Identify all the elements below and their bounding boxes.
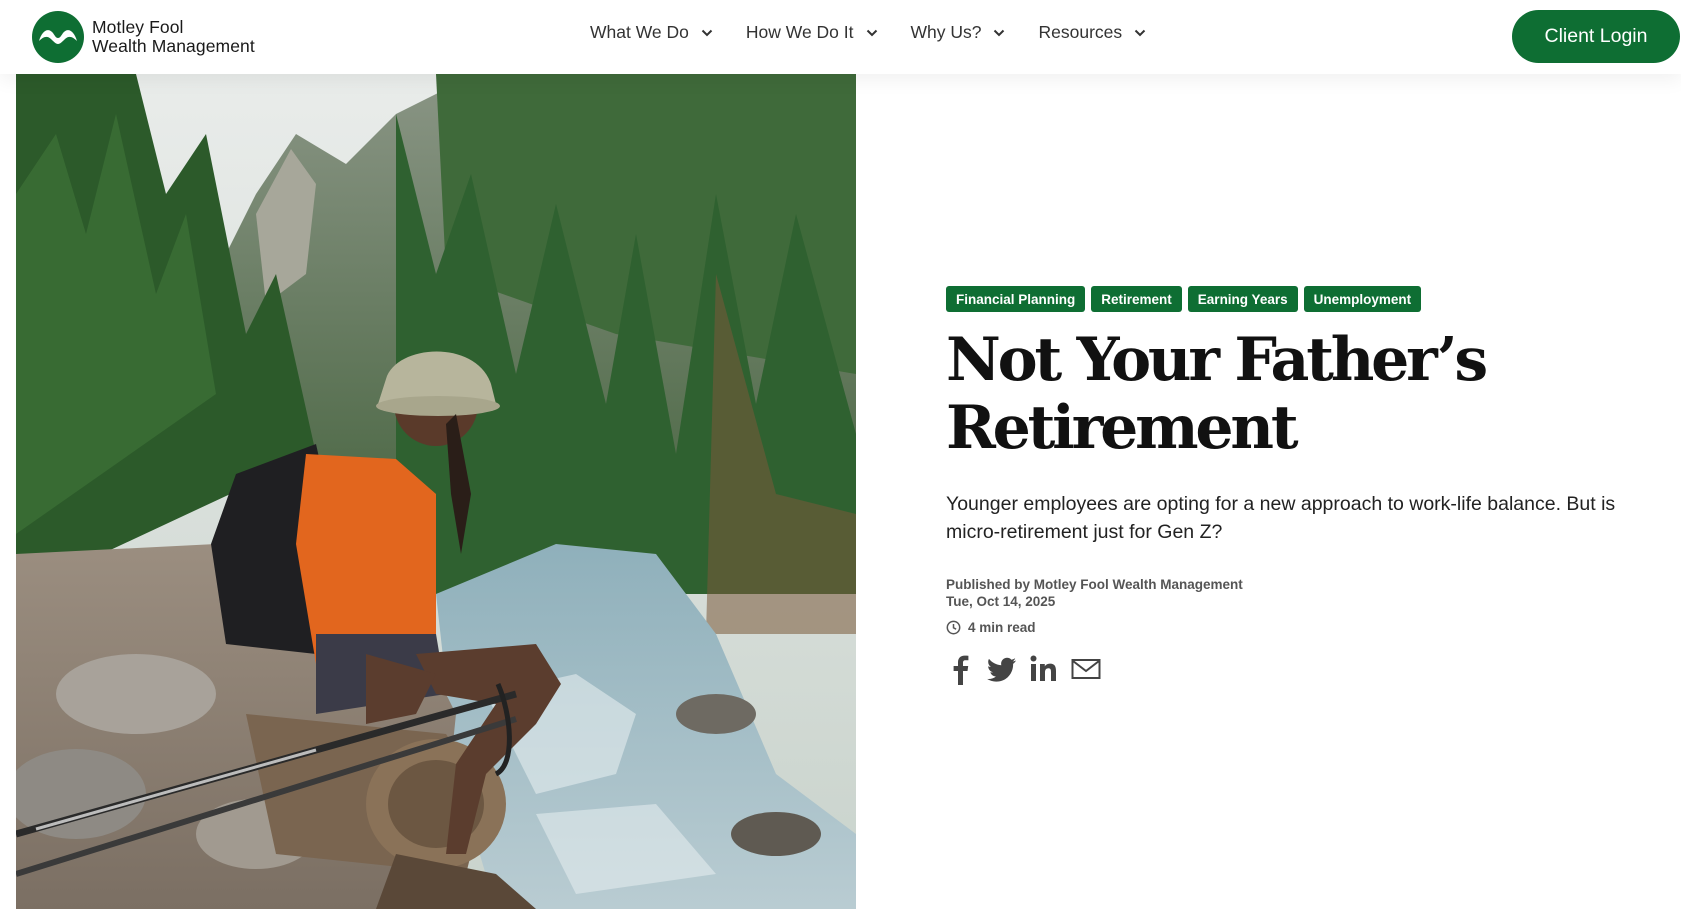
nav-what-we-do[interactable]: What We Do bbox=[590, 22, 713, 43]
publish-date: Tue, Oct 14, 2025 bbox=[946, 594, 1056, 609]
email-icon[interactable] bbox=[1070, 653, 1102, 690]
logo-line-1: Motley Fool bbox=[92, 17, 184, 37]
article-header: Financial Planning Retirement Earning Ye… bbox=[946, 286, 1636, 690]
article-meta: Published by Motley Fool Wealth Manageme… bbox=[946, 576, 1636, 610]
nav-label: How We Do It bbox=[745, 22, 854, 42]
tag-retirement[interactable]: Retirement bbox=[1091, 286, 1182, 312]
tag-unemployment[interactable]: Unemployment bbox=[1303, 286, 1422, 312]
chevron-down-icon bbox=[701, 29, 713, 36]
twitter-icon[interactable] bbox=[986, 653, 1018, 690]
article-title: Not Your Father’s Retirement bbox=[946, 325, 1488, 463]
client-login-button[interactable]: Client Login bbox=[1512, 10, 1680, 63]
nav-label: Resources bbox=[1038, 22, 1123, 42]
hiker-by-river-photo bbox=[16, 74, 856, 909]
logo-line-2: Wealth Management bbox=[92, 36, 255, 56]
logo-text: Motley Fool Wealth Management bbox=[92, 18, 255, 56]
facebook-icon[interactable] bbox=[946, 653, 976, 690]
nav-label: Why Us? bbox=[910, 22, 982, 42]
article-summary: Younger employees are opting for a new a… bbox=[946, 493, 1616, 543]
nav-resources[interactable]: Resources bbox=[1038, 22, 1146, 43]
tag-list: Financial Planning Retirement Earning Ye… bbox=[946, 286, 1636, 312]
clock-icon bbox=[946, 620, 961, 635]
site-header: Motley Fool Wealth Management What We Do… bbox=[0, 0, 1681, 74]
motley-fool-logo-icon bbox=[32, 11, 84, 63]
logo-link[interactable]: Motley Fool Wealth Management bbox=[32, 11, 255, 63]
published-by: Published by Motley Fool Wealth Manageme… bbox=[946, 577, 1243, 592]
tag-earning-years[interactable]: Earning Years bbox=[1187, 286, 1298, 312]
chevron-down-icon bbox=[994, 29, 1005, 36]
linkedin-icon[interactable] bbox=[1028, 653, 1060, 690]
nav-how-we-do-it[interactable]: How We Do It bbox=[746, 22, 878, 43]
chevron-down-icon bbox=[1134, 29, 1146, 36]
share-buttons bbox=[946, 653, 1636, 690]
read-time: 4 min read bbox=[946, 620, 1636, 635]
nav-label: What We Do bbox=[590, 22, 689, 42]
read-time-label: 4 min read bbox=[968, 620, 1036, 635]
chevron-down-icon bbox=[866, 29, 877, 36]
nav-why-us[interactable]: Why Us? bbox=[911, 22, 1006, 43]
main-nav: What We Do How We Do It Why Us? Resource… bbox=[590, 22, 1146, 43]
hero-image bbox=[16, 74, 856, 909]
tag-financial-planning[interactable]: Financial Planning bbox=[946, 286, 1086, 312]
